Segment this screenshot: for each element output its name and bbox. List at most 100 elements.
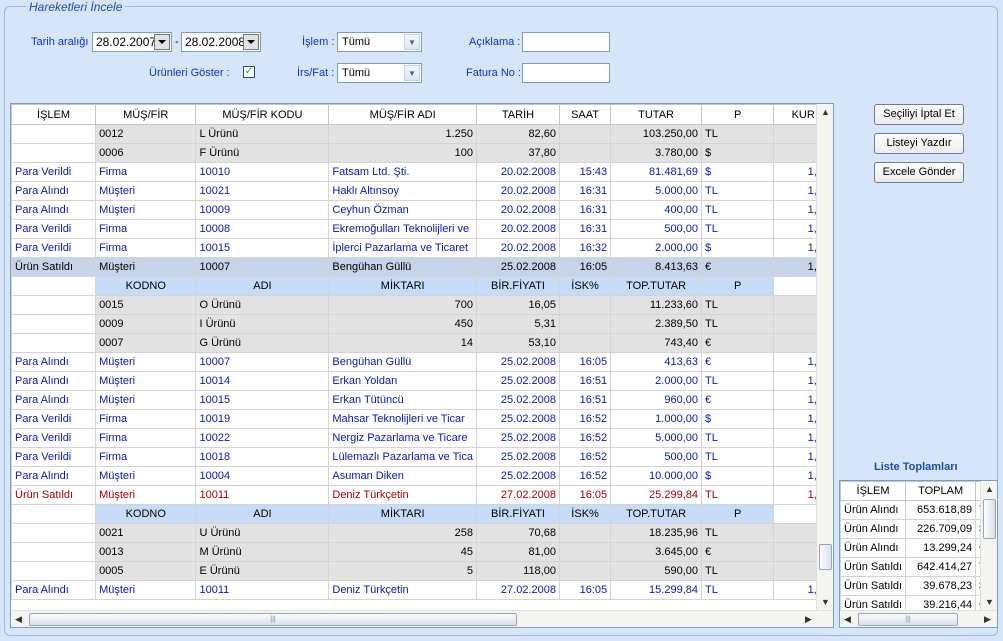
table-cell: 10011 [195,580,330,600]
table-row[interactable]: Ürün Satıldı Müşteri 10011 Deniz Türkçetin 2… [11,485,833,505]
totals-row[interactable]: Ürün Satıldı39.678,23$ [840,576,996,596]
totals-row[interactable]: Ürün Satıldı642.414,27TL [840,557,996,577]
table-row[interactable]: 0006 F Ürünü 100 37,80 3.780,00 $ [11,143,833,163]
totals-vertical-thumb[interactable] [983,499,996,539]
totals-row[interactable]: Ürün Alındı653.618,89TL [840,500,996,520]
column-header[interactable]: MÜŞ/FİR KODU [195,104,330,125]
column-header[interactable]: İŞLEM [11,104,97,125]
table-cell: 0007 [95,333,197,353]
sub-header-row[interactable]: KODNO ADI MİKTARI BİR.FİYATI İSK% TOP.TUTAR P [11,504,833,524]
table-cell: 16,05 [476,295,560,315]
chevron-down-icon[interactable]: ▼ [404,65,420,81]
totals-cell: 653.618,89 [905,500,977,520]
scroll-left-icon[interactable]: ◀ [844,614,851,625]
scroll-right-icon[interactable]: ▶ [984,614,991,625]
table-cell: Müşteri [95,181,197,201]
table-row[interactable]: Para Verildi Firma 10015 İplerci Pazarlama … [11,238,833,258]
totals-horizontal-thumb[interactable]: ||| [858,613,958,626]
totals-grid[interactable]: İŞLEMTOPLAMP Ürün Alındı653.618,89TLÜrün… [839,480,998,628]
table-row[interactable]: Para Verildi Firma 10010 Fatsam Ltd. Şti. 20… [11,162,833,182]
table-cell: 20.02.2008 [476,162,560,182]
islem-select[interactable]: Tümü ▼ [337,32,422,52]
totals-column-header[interactable]: İŞLEM [840,481,907,501]
table-row[interactable]: 0007 G Ürünü 14 53,10 743,40 € [11,333,833,353]
table-cell: 45 [328,542,477,562]
table-row[interactable]: Para Alındı Müşteri 10009 Ceyhun Özman 20.02… [11,200,833,220]
fatura-no-input[interactable] [522,63,610,83]
table-row[interactable]: Para Alındı Müşteri 10021 Haklı Altınsoy 20.… [11,181,833,201]
table-cell: TL [700,561,775,581]
totals-horizontal-scrollbar[interactable]: ◀ ||| ▶ [840,610,997,627]
table-row[interactable]: 0015 O Ürünü 700 16,05 11.233,60 TL [11,295,833,315]
table-cell: 700 [328,295,477,315]
table-row[interactable]: Para Alındı Müşteri 10007 Bengühan Güllü 25.… [11,352,833,372]
table-row[interactable]: Ürün Satıldı Müşteri 10007 Bengühan Güllü 25… [11,257,833,277]
cancel-selected-button[interactable]: Seçiliyi İptal Et [874,104,964,125]
sub-column-header: ADI [195,276,330,296]
transactions-grid[interactable]: İŞLEM MÜŞ/FİR MÜŞ/FİR KODU MÜŞ/FİR ADI TARİH… [10,103,834,628]
table-cell: 10019 [195,409,330,429]
sub-column-header: ADI [195,504,330,524]
table-row[interactable]: Para Verildi Firma 10008 Ekremoğulları Tekn… [11,219,833,239]
aciklama-input[interactable] [522,32,610,52]
grid-vertical-scrollbar[interactable]: ▲ ▼ [816,104,833,611]
column-header[interactable]: SAAT [558,104,612,125]
totals-column-header[interactable]: TOPLAM [905,481,977,501]
chevron-down-icon[interactable]: ▼ [404,34,420,50]
sub-column-header: KODNO [95,276,197,296]
table-row[interactable]: 0021 U Ürünü 258 70,68 18.235,96 TL [11,523,833,543]
table-cell: 103.250,00 [610,124,702,144]
table-row[interactable]: Para Verildi Firma 10018 Lülemazlı Pazarlam… [11,447,833,467]
table-cell: TL [700,124,775,144]
totals-vertical-scrollbar[interactable]: ▲ ▼ [980,481,997,611]
show-products-label: Ürünleri Göster : [149,67,230,79]
irs-fat-select[interactable]: Tümü ▼ [337,63,422,83]
scroll-right-icon[interactable]: ▶ [805,614,812,625]
chevron-down-icon[interactable] [243,34,259,50]
table-cell: 16:51 [558,390,612,410]
column-header[interactable]: P [700,104,775,125]
table-row[interactable]: 0009 I Ürünü 450 5,31 2.389,50 TL [11,314,833,334]
table-row[interactable]: Para Alındı Müşteri 10014 Erkan Yoldan 25.02… [11,371,833,391]
print-list-button[interactable]: Listeyi Yazdır [874,133,964,154]
totals-cell: Ürün Satıldı [840,576,907,596]
table-row[interactable]: Para Alındı Müşteri 10011 Deniz Türkçetin 27… [11,580,833,600]
scroll-left-icon[interactable]: ◀ [15,614,22,625]
table-row[interactable]: 0013 M Ürünü 45 81,00 3.645,00 € [11,542,833,562]
table-cell: Deniz Türkçetin [328,485,477,505]
scroll-down-icon[interactable]: ▼ [821,597,830,607]
totals-cell: 13.299,24 [905,538,977,558]
table-cell: Para Verildi [11,409,97,429]
column-header[interactable]: TARİH [476,104,560,125]
totals-cell: 226.709,09 [905,519,977,539]
export-excel-button[interactable]: Excele Gönder [874,162,964,183]
table-cell: 10021 [195,181,330,201]
sub-column-header: MİKTARI [328,504,477,524]
column-header[interactable]: TUTAR [610,104,702,125]
scroll-down-icon[interactable]: ▼ [985,597,994,607]
table-row[interactable]: Para Verildi Firma 10019 Mahsar Teknolijler… [11,409,833,429]
sub-header-row[interactable]: KODNO ADI MİKTARI BİR.FİYATI İSK% TOP.TUTAR P [11,276,833,296]
show-products-checkbox[interactable]: ✓ [243,66,255,78]
column-header[interactable]: MÜŞ/FİR [95,104,197,125]
table-row[interactable]: 0005 E Ürünü 5 118,00 590,00 TL [11,561,833,581]
table-cell [11,542,97,562]
table-row[interactable]: Para Alındı Müşteri 10004 Asuman Diken 25.02… [11,466,833,486]
table-cell: 16:51 [558,371,612,391]
table-row[interactable]: Para Verildi Firma 10022 Nergiz Pazarlama v… [11,428,833,448]
table-row[interactable]: 0012 L Ürünü 1.250 82,60 103.250,00 TL [11,124,833,144]
table-cell: 25.02.2008 [476,428,560,448]
grid-vertical-thumb[interactable] [819,544,832,570]
chevron-down-icon[interactable] [154,34,170,50]
scroll-up-icon[interactable]: ▲ [985,484,994,494]
grid-horizontal-thumb[interactable]: ||| [29,613,517,626]
column-header[interactable]: MÜŞ/FİR ADI [328,104,477,125]
grid-horizontal-scrollbar[interactable]: ◀ ||| ▶ [11,610,833,627]
table-row[interactable]: Para Alındı Müşteri 10015 Erkan Tütüncü 25.0… [11,390,833,410]
totals-row[interactable]: Ürün Alındı13.299,24€ [840,538,996,558]
date-from-picker[interactable]: 28.02.2007 [92,32,172,52]
date-to-picker[interactable]: 28.02.2008 [181,32,261,52]
totals-row[interactable]: Ürün Alındı226.709,09$ [840,519,996,539]
scroll-up-icon[interactable]: ▲ [821,107,830,117]
irs-fat-value: Tümü [342,67,371,79]
